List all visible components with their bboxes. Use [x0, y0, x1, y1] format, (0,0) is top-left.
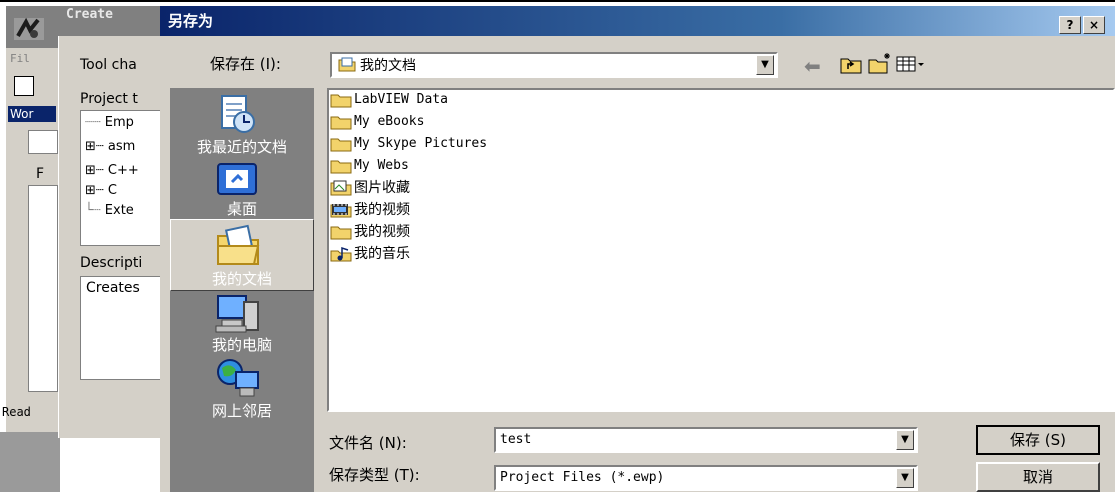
filetype-dropdown[interactable]: Project Files (*.ewp)	[494, 465, 918, 491]
workspace-list-header: F	[28, 162, 58, 186]
chevron-down-icon[interactable]: ▼	[756, 55, 774, 75]
folder-icon	[330, 226, 352, 240]
network-places-icon	[217, 359, 259, 397]
save-as-titlebar[interactable]	[160, 6, 1115, 36]
place-label: 我的电脑	[211, 336, 272, 354]
list-item[interactable]: My eBooks	[330, 111, 424, 133]
workspace-list[interactable]	[28, 162, 58, 392]
expand-icon[interactable]: ⊞	[85, 183, 96, 198]
place-label: 网上邻居	[211, 402, 272, 420]
folder-icon	[330, 138, 352, 151]
filetype-label: 保存类型 (T):	[329, 466, 420, 484]
place-desktop[interactable]: 桌面	[170, 160, 314, 220]
help-button[interactable]: ?	[1059, 16, 1081, 34]
chevron-down-icon[interactable]: ▼	[896, 430, 914, 450]
chevron-down-icon[interactable]: ▼	[896, 468, 914, 488]
description-text: Creates	[86, 280, 140, 296]
expand-icon[interactable]: ⊞	[85, 163, 96, 178]
save-in-value: 我的文档	[360, 58, 416, 74]
tree-item[interactable]: └┈ Exte	[85, 203, 134, 218]
desktop-icon	[217, 163, 257, 195]
place-label: 我的文档	[211, 270, 272, 288]
status-bar: Read	[2, 405, 31, 419]
place-network[interactable]: 网上邻居	[170, 358, 314, 422]
list-item[interactable]: My Skype Pictures	[330, 133, 487, 155]
tree-item[interactable]: ┈┈ Emp	[85, 115, 134, 130]
up-folder-icon[interactable]	[840, 54, 862, 74]
list-item[interactable]: LabVIEW Data	[330, 89, 448, 111]
list-item[interactable]: 我的视频	[330, 199, 410, 221]
place-my-computer[interactable]: 我的电脑	[170, 294, 314, 358]
place-label: 我最近的文档	[196, 138, 287, 156]
pictures-folder-icon	[330, 180, 352, 196]
tool-chain-label: Tool cha	[80, 57, 137, 73]
my-documents-icon	[217, 224, 260, 265]
filename-label: 文件名 (N):	[329, 434, 407, 452]
recent-documents-icon	[221, 95, 255, 133]
project-templates-label: Project t	[80, 91, 138, 107]
create-project-title: Create	[58, 6, 160, 36]
view-menu-icon[interactable]	[896, 55, 926, 73]
back-arrow-icon[interactable]: ⬅	[804, 54, 821, 78]
file-menu[interactable]: Fil	[10, 52, 30, 65]
list-item[interactable]: 我的视频	[330, 221, 410, 243]
music-folder-icon	[330, 246, 352, 262]
workspace-input[interactable]	[28, 130, 58, 154]
tree-item[interactable]: ⊞┈ asm	[85, 139, 135, 154]
workspace-label: Wor	[8, 106, 56, 122]
cancel-button[interactable]: 取消	[976, 462, 1100, 492]
place-recent-documents[interactable]: 我最近的文档	[170, 90, 314, 160]
new-file-button[interactable]	[14, 76, 34, 96]
save-button[interactable]: 保存 (S)	[976, 425, 1100, 455]
tree-item[interactable]: ⊞┈ C++	[85, 163, 139, 178]
close-button[interactable]: ×	[1083, 16, 1105, 34]
my-computer-icon	[215, 295, 259, 333]
list-item[interactable]: My Webs	[330, 155, 409, 177]
place-label: 桌面	[226, 200, 257, 218]
folder-icon	[330, 116, 352, 129]
folder-icon	[330, 94, 352, 107]
desktop-background	[0, 432, 60, 492]
app-logo-icon	[14, 17, 44, 40]
project-templates-tree[interactable]: ┈┈ Emp ⊞┈ asm ⊞┈ C++ ⊞┈ C └┈ Exte	[80, 110, 160, 246]
place-my-documents[interactable]: 我的文档	[170, 220, 314, 292]
list-item[interactable]: 图片收藏	[330, 177, 410, 199]
tree-item[interactable]: ⊞┈ C	[85, 183, 117, 198]
expand-icon[interactable]: ⊞	[85, 139, 96, 154]
video-folder-icon	[330, 204, 352, 218]
list-item[interactable]: 我的音乐	[330, 243, 410, 265]
filename-input[interactable]: test	[494, 427, 918, 453]
save-in-label: 保存在 (I):	[210, 55, 281, 73]
my-documents-icon	[338, 57, 356, 72]
folder-icon	[330, 160, 352, 173]
description-label: Descripti	[80, 255, 143, 271]
new-folder-icon[interactable]	[868, 52, 892, 74]
save-as-title: 另存为	[168, 12, 214, 30]
